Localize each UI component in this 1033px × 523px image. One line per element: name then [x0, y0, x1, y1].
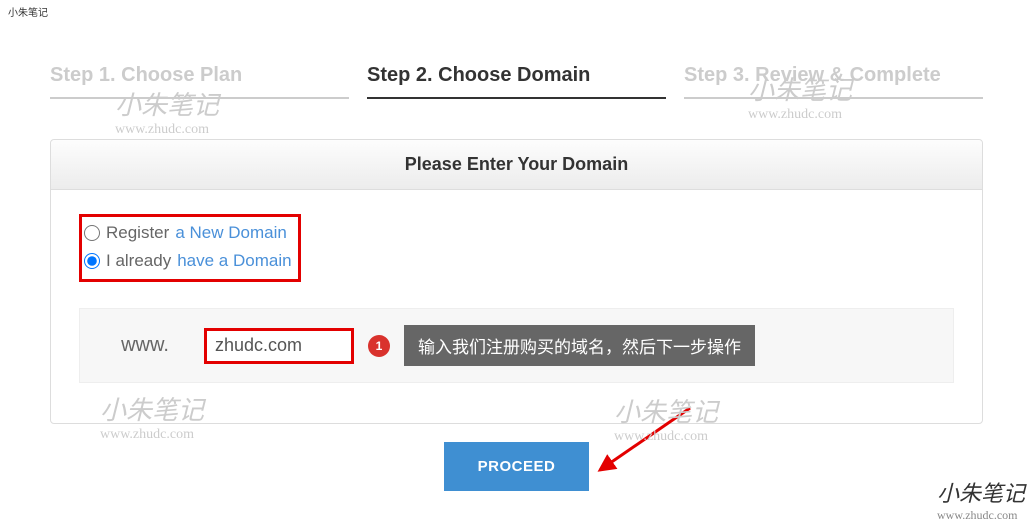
domain-input-row: www. 1 输入我们注册购买的域名，然后下一步操作: [79, 308, 954, 383]
radio-group: Register a New Domain I already have a D…: [79, 214, 301, 282]
watermark-url: www.zhudc.com: [748, 107, 852, 123]
domain-card: Please Enter Your Domain Register a New …: [50, 139, 983, 424]
card-body: Register a New Domain I already have a D…: [51, 190, 982, 423]
proceed-row: PROCEED: [0, 442, 1033, 491]
domain-prefix: www.: [100, 334, 190, 357]
radio-register-text: Register: [106, 223, 169, 243]
radio-have-link: have a Domain: [177, 251, 291, 271]
step-3[interactable]: Step 3. Review & Complete: [684, 64, 983, 99]
watermark-url: www.zhudc.com: [115, 122, 219, 138]
card-header: Please Enter Your Domain: [51, 140, 982, 190]
step-1[interactable]: Step 1. Choose Plan: [50, 64, 349, 99]
step-2[interactable]: Step 2. Choose Domain: [367, 64, 666, 99]
radio-register-input[interactable]: [84, 225, 100, 241]
steps-row: Step 1. Choose Plan Step 2. Choose Domai…: [0, 0, 1033, 99]
domain-input[interactable]: [204, 328, 354, 364]
radio-register-link: a New Domain: [175, 223, 287, 243]
watermark-url: www.zhudc.com: [100, 427, 204, 443]
radio-have[interactable]: I already have a Domain: [84, 247, 292, 275]
annotation-badge: 1: [368, 335, 390, 357]
annotation-tip: 输入我们注册购买的域名，然后下一步操作: [404, 325, 755, 366]
proceed-button[interactable]: PROCEED: [444, 442, 590, 491]
radio-have-input[interactable]: [84, 253, 100, 269]
watermark-url: www.zhudc.com: [937, 508, 1025, 523]
radio-have-text: I already: [106, 251, 171, 271]
radio-register[interactable]: Register a New Domain: [84, 219, 292, 247]
